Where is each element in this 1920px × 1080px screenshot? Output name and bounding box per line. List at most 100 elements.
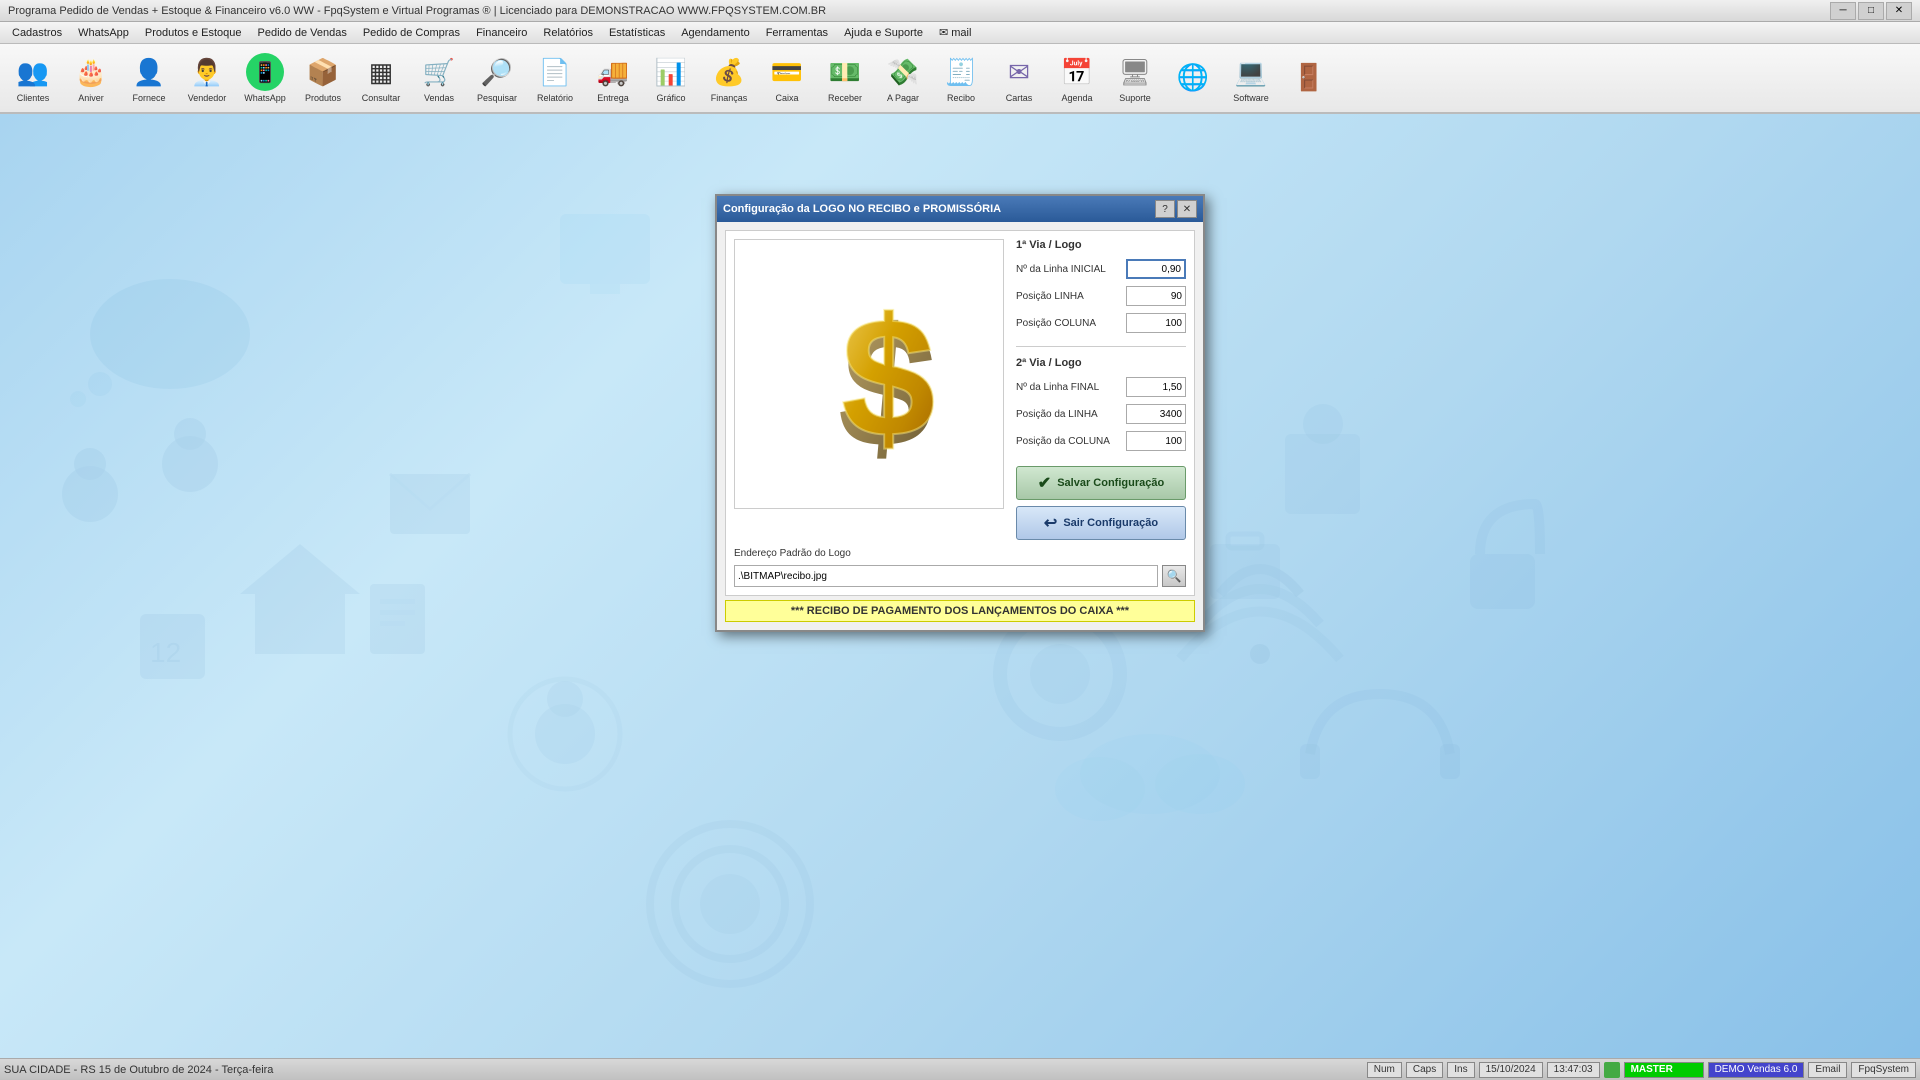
toolbar-vendedor[interactable]: 👨‍💼 Vendedor — [178, 46, 236, 110]
products-icon: 📦 — [303, 52, 343, 92]
exit-button[interactable]: ↩ Sair Configuração — [1016, 506, 1186, 540]
toolbar-consultar[interactable]: ▦ Consultar — [352, 46, 410, 110]
people-icon: 👥 — [13, 52, 53, 92]
toolbar-fornece[interactable]: 👤 Fornece — [120, 46, 178, 110]
toolbar-recibo[interactable]: 🧾 Recibo — [932, 46, 990, 110]
apagar-label: A Pagar — [887, 94, 919, 104]
recibo-label: Recibo — [947, 94, 975, 104]
posicao-linha2-label: Posição da LINHA — [1016, 409, 1126, 420]
toolbar-globe[interactable]: 🌐 — [1164, 46, 1222, 110]
toolbar-exit[interactable]: 🚪 — [1280, 46, 1338, 110]
software-icon: 💻 — [1231, 52, 1271, 92]
toolbar-agenda[interactable]: 📅 Agenda — [1048, 46, 1106, 110]
modal-close-button[interactable]: ✕ — [1177, 200, 1197, 218]
toolbar-caixa[interactable]: 💳 Caixa — [758, 46, 816, 110]
suporte-label: Suporte — [1119, 94, 1151, 104]
posicao-coluna-row: Posição COLUNA — [1016, 313, 1186, 333]
toolbar-whatsapp[interactable]: 📱 WhatsApp — [236, 46, 294, 110]
toolbar-aniver[interactable]: 🎂 Aniver — [62, 46, 120, 110]
exit-button-label: Sair Configuração — [1063, 517, 1158, 529]
title-bar: Programa Pedido de Vendas + Estoque & Fi… — [0, 0, 1920, 22]
posicao-coluna2-input[interactable] — [1126, 431, 1186, 451]
linha-final-label: Nº da Linha FINAL — [1016, 382, 1126, 393]
menu-financeiro[interactable]: Financeiro — [468, 22, 535, 43]
cash-icon: 💳 — [767, 52, 807, 92]
posicao-coluna-label: Posição COLUNA — [1016, 318, 1126, 329]
save-button[interactable]: ✔ Salvar Configuração — [1016, 466, 1186, 500]
barcode-icon: ▦ — [361, 52, 401, 92]
close-button[interactable]: ✕ — [1886, 2, 1912, 20]
menu-ajuda-suporte[interactable]: Ajuda e Suporte — [836, 22, 931, 43]
dialog-container: Configuração da LOGO NO RECIBO e PROMISS… — [0, 114, 1920, 1058]
toolbar-clientes[interactable]: 👥 Clientes — [4, 46, 62, 110]
posicao-linha-input[interactable] — [1126, 286, 1186, 306]
title-bar-text: Programa Pedido de Vendas + Estoque & Fi… — [8, 5, 826, 17]
toolbar-software[interactable]: 💻 Software — [1222, 46, 1280, 110]
toolbar-receber[interactable]: 💵 Receber — [816, 46, 874, 110]
linha-inicial-row: Nº da Linha INICIAL — [1016, 259, 1186, 279]
toolbar-produtos[interactable]: 📦 Produtos — [294, 46, 352, 110]
minimize-button[interactable]: ─ — [1830, 2, 1856, 20]
consultar-label: Consultar — [362, 94, 401, 104]
receipt-icon: 🧾 — [941, 52, 981, 92]
linha-inicial-label: Nº da Linha INICIAL — [1016, 264, 1126, 275]
logo-preview: $ $ $ — [734, 239, 1004, 509]
vendas-label: Vendas — [424, 94, 454, 104]
status-bar: SUA CIDADE - RS 15 de Outubro de 2024 - … — [0, 1058, 1920, 1080]
posicao-linha-row: Posição LINHA — [1016, 286, 1186, 306]
toolbar-pesquisar[interactable]: 🔎 Pesquisar — [468, 46, 526, 110]
chart-icon: 📊 — [651, 52, 691, 92]
entrega-label: Entrega — [597, 94, 629, 104]
delivery-icon: 🚚 — [593, 52, 633, 92]
menu-produtos-estoque[interactable]: Produtos e Estoque — [137, 22, 250, 43]
exit-arrow-icon: ↩ — [1044, 513, 1057, 533]
toolbar-cartas[interactable]: ✉ Cartas — [990, 46, 1048, 110]
sales-icon: 🛒 — [419, 52, 459, 92]
section2-title: 2ª Via / Logo — [1016, 357, 1186, 369]
menu-cadastros[interactable]: Cadastros — [4, 22, 70, 43]
toolbar: 👥 Clientes 🎂 Aniver 👤 Fornece 👨‍💼 Vended… — [0, 44, 1920, 114]
menu-bar: Cadastros WhatsApp Produtos e Estoque Pe… — [0, 22, 1920, 44]
modal-content: $ $ $ 1ª Via / Logo Nº da Linha INICIAL — [734, 239, 1186, 540]
address-label: Endereço Padrão do Logo — [734, 548, 1186, 559]
save-icon: ✔ — [1038, 473, 1051, 493]
produtos-label: Produtos — [305, 94, 341, 104]
menu-ferramentas[interactable]: Ferramentas — [758, 22, 836, 43]
menu-pedido-compras[interactable]: Pedido de Compras — [355, 22, 468, 43]
posicao-linha2-input[interactable] — [1126, 404, 1186, 424]
fornece-label: Fornece — [132, 94, 165, 104]
report-icon: 📄 — [535, 52, 575, 92]
toolbar-entrega[interactable]: 🚚 Entrega — [584, 46, 642, 110]
menu-estatisticas[interactable]: Estatísticas — [601, 22, 673, 43]
menu-pedido-vendas[interactable]: Pedido de Vendas — [250, 22, 355, 43]
toolbar-relatorio[interactable]: 📄 Relatório — [526, 46, 584, 110]
toolbar-apagar[interactable]: 💸 A Pagar — [874, 46, 932, 110]
toolbar-financas[interactable]: 💰 Finanças — [700, 46, 758, 110]
toolbar-grafico[interactable]: 📊 Gráfico — [642, 46, 700, 110]
browse-icon: 🔍 — [1167, 569, 1182, 583]
browse-button[interactable]: 🔍 — [1162, 565, 1186, 587]
section-divider — [1016, 346, 1186, 347]
form-area: 1ª Via / Logo Nº da Linha INICIAL Posiçã… — [1016, 239, 1186, 540]
toolbar-vendas[interactable]: 🛒 Vendas — [410, 46, 468, 110]
menu-agendamento[interactable]: Agendamento — [673, 22, 758, 43]
maximize-button[interactable]: □ — [1858, 2, 1884, 20]
whatsapp-icon: 📱 — [245, 52, 285, 92]
signal-icon — [1604, 1062, 1620, 1078]
pay-icon: 💸 — [883, 52, 923, 92]
caixa-label: Caixa — [775, 94, 798, 104]
address-input[interactable] — [734, 565, 1158, 587]
menu-mail[interactable]: ✉ mail — [931, 22, 979, 43]
linha-final-input[interactable] — [1126, 377, 1186, 397]
fpqsystem-badge: FpqSystem — [1851, 1062, 1916, 1078]
agenda-label: Agenda — [1061, 94, 1092, 104]
linha-inicial-input[interactable] — [1126, 259, 1186, 279]
modal-body: $ $ $ 1ª Via / Logo Nº da Linha INICIAL — [717, 222, 1203, 630]
modal-help-button[interactable]: ? — [1155, 200, 1175, 218]
menu-whatsapp[interactable]: WhatsApp — [70, 22, 137, 43]
vendedor-label: Vendedor — [188, 94, 227, 104]
menu-relatorios[interactable]: Relatórios — [535, 22, 601, 43]
posicao-coluna-input[interactable] — [1126, 313, 1186, 333]
grafico-label: Gráfico — [656, 94, 685, 104]
toolbar-suporte[interactable]: 🖥 Suporte — [1106, 46, 1164, 110]
